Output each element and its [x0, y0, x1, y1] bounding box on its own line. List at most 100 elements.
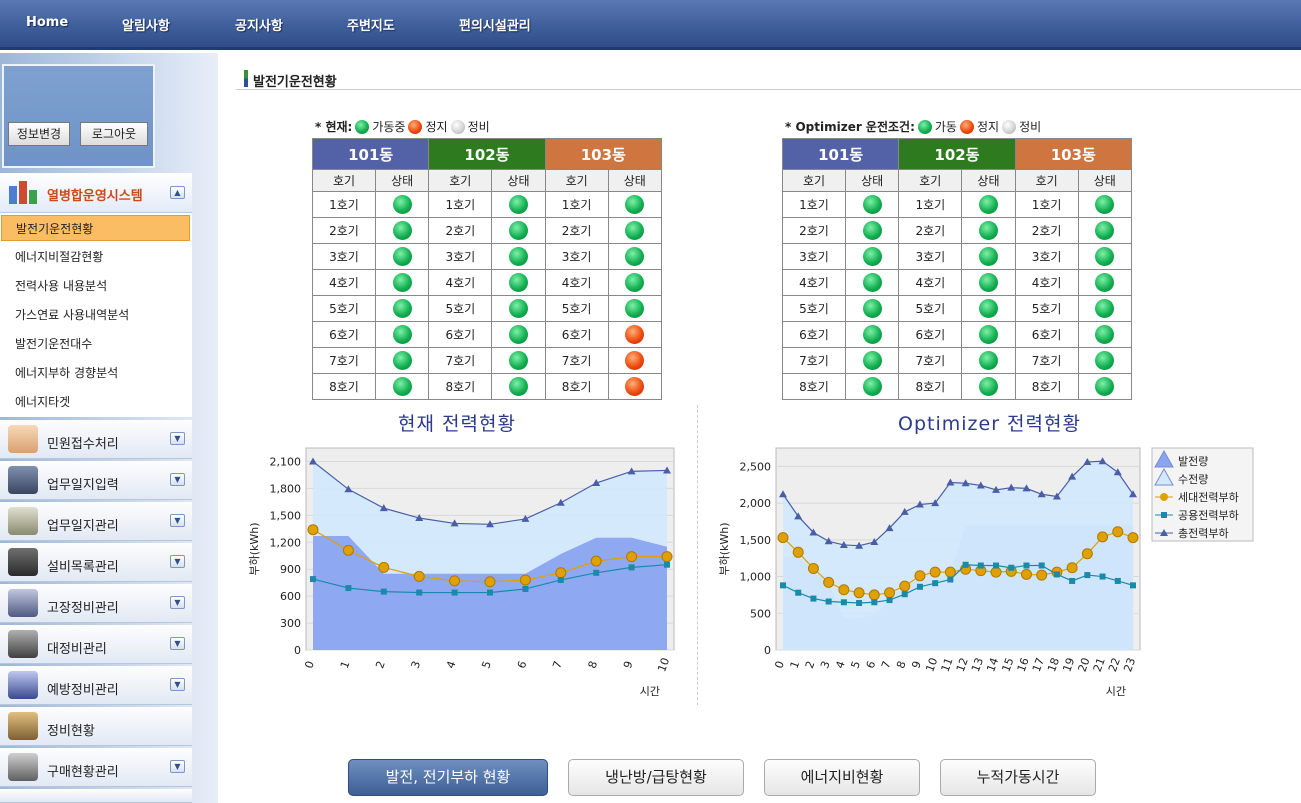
menu-fault-repair[interactable]: 고장정비관리 ▼: [0, 584, 192, 623]
green-status-icon: [1095, 325, 1115, 344]
unit-cell: 8호기: [544, 373, 609, 400]
menu-complaints[interactable]: 민원접수처리 ▼: [0, 420, 192, 459]
submenu-power-analysis[interactable]: 전력사용 내용분석: [1, 273, 190, 299]
data-point: [901, 591, 908, 598]
y-tick-label: 1,500: [740, 534, 772, 547]
x-tick-label: 21: [1091, 656, 1108, 674]
chart-title-optimizer: Optimizer 전력현황: [898, 413, 1081, 435]
chevron-down-icon[interactable]: ▼: [170, 555, 185, 568]
table-row: 2호기 2호기 2호기: [782, 217, 1133, 244]
table-row: 4호기 4호기 4호기: [312, 269, 663, 296]
green-status-icon: [625, 247, 645, 266]
edit-profile-button[interactable]: 정보변경: [8, 122, 70, 146]
menu-purchase[interactable]: 구매현황관리 ▼: [0, 748, 192, 787]
legend-label: 총전력부하: [1178, 526, 1229, 540]
nav-facilities[interactable]: 편의시설관리: [459, 15, 531, 34]
current-power-chart: 0 300 600 900 1,200 1,500 1,800 2,100 부하(kWh) 0 1 2…: [247, 447, 675, 698]
chevron-down-icon[interactable]: ▼: [170, 473, 185, 486]
submenu-energy-target[interactable]: 에너지타겟: [1, 389, 190, 415]
submenu-generator-count[interactable]: 발전기운전대수: [1, 331, 190, 357]
heating-cooling-status-button[interactable]: 냉난방/급탕현황: [568, 759, 744, 796]
green-status-icon: [625, 221, 645, 240]
data-point: [416, 589, 423, 596]
menu-preventive-repair[interactable]: 예방정비관리 ▼: [0, 666, 192, 705]
submenu-energy-saving[interactable]: 에너지비절감현황: [1, 244, 190, 270]
data-point: [1036, 569, 1048, 581]
chevron-down-icon[interactable]: ▼: [170, 760, 185, 773]
x-tick-label: 6: [864, 659, 879, 670]
menu-label: 예방정비관리: [47, 683, 119, 698]
calendar-icon: [8, 466, 38, 494]
logout-button[interactable]: 로그아웃: [80, 122, 148, 146]
chevron-down-icon[interactable]: ▼: [170, 514, 185, 527]
submenu-load-trend[interactable]: 에너지부하 경향분석: [1, 360, 190, 386]
chevron-down-icon[interactable]: ▼: [170, 637, 185, 650]
menu-daily-log-input[interactable]: 업무일지입력 ▼: [0, 461, 192, 500]
unit-cell: 6호기: [544, 321, 609, 348]
y-tick-label: 1,000: [740, 571, 772, 584]
top-navigation: Home 알림사항 공지사항 주변지도 편의시설관리: [0, 0, 1301, 50]
energy-cost-status-button[interactable]: 에너지비현황: [764, 759, 920, 796]
y-tick-label: 500: [750, 607, 771, 620]
unit-cell: 1호기: [1014, 191, 1079, 218]
green-status-icon: [625, 195, 645, 214]
x-tick-label: 16: [1015, 656, 1032, 674]
data-point: [777, 532, 789, 544]
state-cell: [844, 217, 900, 244]
menu-more[interactable]: [0, 789, 192, 803]
data-point: [1008, 564, 1015, 571]
menu-repair-status[interactable]: 정비현황: [0, 707, 192, 746]
legend-item: 정비: [467, 120, 490, 134]
menu-label: 설비목록관리: [47, 560, 119, 575]
data-point: [947, 576, 954, 583]
legend-title: * 현재:: [315, 120, 353, 134]
nav-alerts[interactable]: 알림사항: [122, 15, 170, 34]
green-status-icon: [508, 221, 528, 240]
nav-map[interactable]: 주변지도: [347, 15, 395, 34]
chevron-up-icon[interactable]: ▲: [170, 186, 185, 199]
chevron-down-icon[interactable]: ▼: [170, 678, 185, 691]
data-point: [823, 576, 835, 588]
x-tick-label: 7: [879, 659, 894, 670]
data-point: [484, 576, 496, 588]
x-tick-label: 3: [818, 659, 833, 670]
nav-home[interactable]: Home: [26, 15, 68, 30]
chevron-down-icon[interactable]: ▼: [170, 596, 185, 609]
green-status-icon: [917, 120, 932, 134]
x-tick-label: 9: [909, 659, 924, 670]
submenu-gas-analysis[interactable]: 가스연료 사용내역분석: [1, 302, 190, 328]
cumulative-runtime-button[interactable]: 누적가동시간: [940, 759, 1096, 796]
green-status-icon: [392, 195, 412, 214]
chevron-down-icon[interactable]: ▼: [170, 432, 185, 445]
state-cell: [491, 217, 546, 244]
status-legend-current: * 현재: 가동중 정지 정비: [315, 118, 490, 135]
menu-daily-log-manage[interactable]: 업무일지관리 ▼: [0, 502, 192, 541]
green-status-icon: [978, 221, 998, 240]
submenu: 발전기운전현황 에너지비절감현황 전력사용 내용분석 가스연료 사용내역분석 발…: [0, 213, 192, 417]
x-tick-label: 5: [479, 659, 494, 670]
data-point: [380, 588, 387, 595]
data-point: [1097, 531, 1109, 543]
unit-cell: 5호기: [898, 295, 963, 322]
data-point: [990, 566, 1002, 578]
unit-cell: 8호기: [428, 373, 493, 400]
data-point: [449, 575, 461, 587]
power-load-status-button[interactable]: 발전, 전기부하 현황: [348, 759, 548, 796]
submenu-generator-status[interactable]: 발전기운전현황: [1, 215, 190, 241]
unit-cell: 2호기: [898, 217, 963, 244]
red-status-icon: [625, 325, 645, 344]
x-axis-label: 시간: [1106, 685, 1126, 698]
menu-major-repair[interactable]: 대정비관리 ▼: [0, 625, 192, 664]
state-cell: [607, 191, 663, 218]
title-marker-icon: [244, 70, 248, 87]
magnifier-icon: [8, 671, 38, 699]
unit-cell: 4호기: [1014, 269, 1079, 296]
building-header: 102동: [898, 138, 1016, 170]
table-row: 6호기 6호기 6호기: [782, 321, 1133, 348]
system-menu-header[interactable]: 열병합운영시스템 ▲: [0, 173, 192, 213]
menu-equipment-list[interactable]: 설비목록관리 ▼: [0, 543, 192, 582]
x-tick-label: 0: [302, 659, 317, 670]
x-tick-label: 8: [586, 659, 601, 670]
data-point: [1114, 577, 1121, 584]
nav-notices[interactable]: 공지사항: [235, 15, 283, 34]
